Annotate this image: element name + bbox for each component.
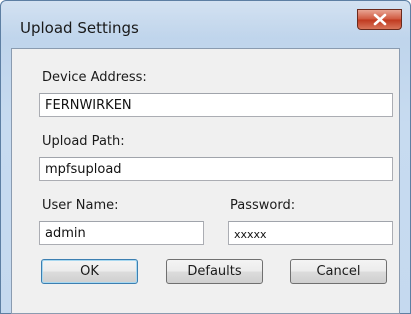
device-address-label: Device Address: <box>42 70 147 85</box>
dialog-title: Upload Settings <box>20 19 139 37</box>
close-button[interactable] <box>357 9 402 30</box>
user-name-label: User Name: <box>42 198 119 213</box>
password-input[interactable]: xxxxx <box>228 221 393 245</box>
ok-button[interactable]: OK <box>41 259 138 284</box>
cancel-button[interactable]: Cancel <box>290 259 387 284</box>
upload-path-input[interactable]: mpfsupload <box>39 157 393 181</box>
upload-path-label: Upload Path: <box>42 134 125 149</box>
close-icon <box>373 13 387 26</box>
password-label: Password: <box>230 198 296 213</box>
device-address-input[interactable]: FERNWIRKEN <box>39 93 393 117</box>
defaults-button[interactable]: Defaults <box>166 259 263 284</box>
user-name-input[interactable]: admin <box>39 221 204 245</box>
